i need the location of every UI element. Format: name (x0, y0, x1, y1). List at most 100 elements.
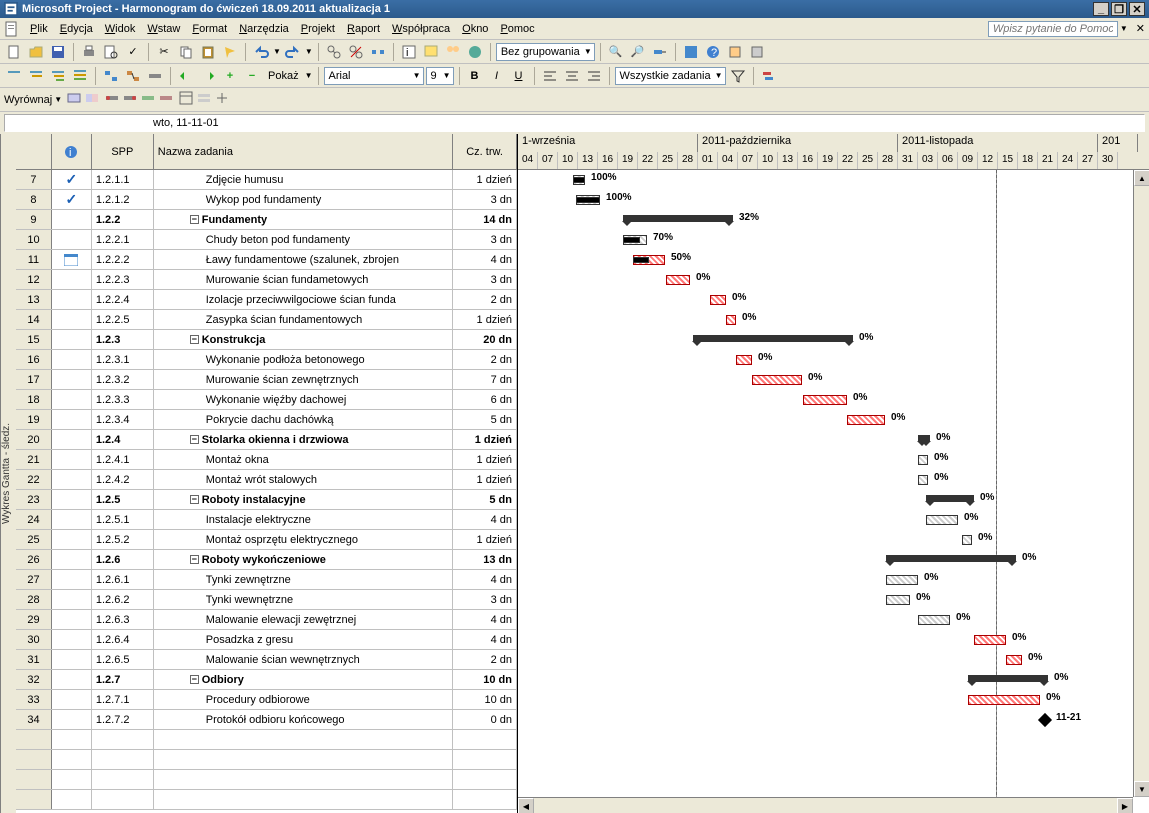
task-name-cell[interactable]: Protokół odbioru końcowego (154, 710, 453, 729)
wbs-cell[interactable]: 1.2.6.2 (92, 590, 154, 609)
doc-close-button[interactable]: ✕ (1136, 22, 1145, 35)
menu-okno[interactable]: Okno (456, 21, 494, 37)
duration-cell[interactable]: 3 dn (453, 590, 517, 609)
gantt-row[interactable]: 0% (518, 390, 1149, 410)
duration-cell[interactable]: 4 dn (453, 610, 517, 629)
gantt-row[interactable]: 0% (518, 530, 1149, 550)
table-row[interactable]: 101.2.2.1Chudy beton pod fundamenty3 dn (16, 230, 517, 250)
print-preview-button[interactable] (101, 42, 121, 62)
gantt-row[interactable]: 0% (518, 650, 1149, 670)
table-row[interactable]: 131.2.2.4Izolacje przeciwwilgociowe ścia… (16, 290, 517, 310)
row-number[interactable]: 12 (16, 270, 52, 289)
format-painter-button[interactable] (220, 42, 240, 62)
undo-dropdown[interactable]: ▼ (273, 47, 281, 56)
gantt-row[interactable]: 11-21 (518, 710, 1149, 730)
menu-narzędzia[interactable]: Narzędzia (233, 21, 295, 37)
task-name-cell[interactable]: Zdjęcie humusu (154, 170, 453, 189)
row-number[interactable]: 33 (16, 690, 52, 709)
menu-plik[interactable]: Plik (24, 21, 54, 37)
collapse-icon[interactable]: − (190, 435, 199, 444)
table-row[interactable]: 111.2.2.2Ławy fundamentowe (szalunek, zb… (16, 250, 517, 270)
menu-wstaw[interactable]: Wstaw (141, 21, 186, 37)
table-row[interactable]: 311.2.6.5Malowanie ścian wewnętrznych2 d… (16, 650, 517, 670)
task-bar[interactable] (886, 595, 910, 605)
task-name-cell[interactable]: Tynki wewnętrzne (154, 590, 453, 609)
wbs-cell[interactable]: 1.2.6.1 (92, 570, 154, 589)
gantt-row[interactable]: 0% (518, 490, 1149, 510)
wbs-cell[interactable]: 1.2.3.4 (92, 410, 154, 429)
menu-pomoc[interactable]: Pomoc (494, 21, 540, 37)
row-number[interactable]: 32 (16, 670, 52, 689)
indent-button[interactable] (198, 66, 218, 86)
col-indicators[interactable]: i (52, 134, 92, 169)
gantt-row[interactable]: 0% (518, 430, 1149, 450)
unlink-task-button[interactable] (346, 42, 366, 62)
task-name-cell[interactable]: Malowanie ścian wewnętrznych (154, 650, 453, 669)
collapse-icon[interactable]: − (190, 215, 199, 224)
duration-cell[interactable]: 10 dn (453, 670, 517, 689)
new-button[interactable] (4, 42, 24, 62)
table-row[interactable]: 271.2.6.1Tynki zewnętrzne4 dn (16, 570, 517, 590)
wbs-cell[interactable]: 1.2.6.4 (92, 630, 154, 649)
gantt-row[interactable]: 0% (518, 270, 1149, 290)
save-button[interactable] (48, 42, 68, 62)
table-row[interactable]: 161.2.3.1Wykonanie podłoża betonowego2 d… (16, 350, 517, 370)
table-row[interactable]: 151.2.3−Konstrukcja20 dn (16, 330, 517, 350)
table-row[interactable]: 341.2.7.2Protokół odbioru końcowego0 dn (16, 710, 517, 730)
wbs-cell[interactable]: 1.2.1.2 (92, 190, 154, 209)
duration-cell[interactable]: 6 dn (453, 390, 517, 409)
gantt-row[interactable]: 100% (518, 190, 1149, 210)
table-row[interactable]: 331.2.7.1Procedury odbiorowe10 dn (16, 690, 517, 710)
table-row[interactable]: 221.2.4.2Montaż wrót stalowych1 dzień (16, 470, 517, 490)
collapse-icon[interactable]: − (190, 495, 199, 504)
track-btn-7[interactable] (178, 90, 194, 109)
wbs-cell[interactable]: 1.2.2 (92, 210, 154, 229)
wbs-cell[interactable]: 1.2.2.2 (92, 250, 154, 269)
gantt-row[interactable]: 0% (518, 310, 1149, 330)
hide-show-button[interactable] (145, 66, 165, 86)
duration-cell[interactable]: 4 dn (453, 630, 517, 649)
bold-button[interactable]: B (465, 66, 485, 86)
row-number[interactable]: 25 (16, 530, 52, 549)
wbs-cell[interactable]: 1.2.5.1 (92, 510, 154, 529)
spell-button[interactable]: ✓ (123, 42, 143, 62)
duration-cell[interactable]: 13 dn (453, 550, 517, 569)
gantt-row[interactable]: 0% (518, 330, 1149, 350)
copy-button[interactable] (176, 42, 196, 62)
gantt-row[interactable]: 0% (518, 690, 1149, 710)
table-row[interactable]: 171.2.3.2Murowanie ścian zewnętrznych7 d… (16, 370, 517, 390)
menu-widok[interactable]: Widok (99, 21, 142, 37)
menu-współpraca[interactable]: Współpraca (386, 21, 456, 37)
zoom-out-button[interactable]: 🔎 (628, 42, 648, 62)
duration-cell[interactable]: 3 dn (453, 270, 517, 289)
task-name-cell[interactable]: Wykonanie podłoża betonowego (154, 350, 453, 369)
scroll-down-button[interactable]: ▼ (1134, 781, 1149, 797)
gantt-row[interactable]: 70% (518, 230, 1149, 250)
row-number[interactable]: 23 (16, 490, 52, 509)
row-number[interactable]: 34 (16, 710, 52, 729)
row-number[interactable]: 24 (16, 510, 52, 529)
link-task-button[interactable] (324, 42, 344, 62)
table-row[interactable]: 231.2.5−Roboty instalacyjne5 dn (16, 490, 517, 510)
font-name-combo[interactable]: Arial (324, 67, 424, 85)
duration-cell[interactable]: 7 dn (453, 370, 517, 389)
timescale[interactable]: 1-września2011-października2011-listopad… (518, 134, 1149, 170)
table-row[interactable] (16, 790, 517, 810)
duration-cell[interactable]: 0 dn (453, 710, 517, 729)
close-button[interactable]: ✕ (1129, 2, 1145, 16)
task-bar[interactable] (918, 455, 928, 465)
duration-cell[interactable]: 14 dn (453, 210, 517, 229)
task-bar[interactable] (1006, 655, 1022, 665)
table-row[interactable]: 251.2.5.2Montaż osprzętu elektrycznego1 … (16, 530, 517, 550)
track-btn-8[interactable] (196, 90, 212, 109)
task-name-cell[interactable]: Procedury odbiorowe (154, 690, 453, 709)
copy-picture-button[interactable] (725, 42, 745, 62)
duration-cell[interactable]: 1 dzień (453, 530, 517, 549)
summary-bar[interactable] (886, 555, 1016, 562)
other-button[interactable] (747, 42, 767, 62)
task-name-cell[interactable]: Chudy beton pod fundamenty (154, 230, 453, 249)
summary-bar[interactable] (693, 335, 853, 342)
duration-cell[interactable]: 3 dn (453, 190, 517, 209)
print-button[interactable] (79, 42, 99, 62)
gantt-row[interactable]: 0% (518, 550, 1149, 570)
